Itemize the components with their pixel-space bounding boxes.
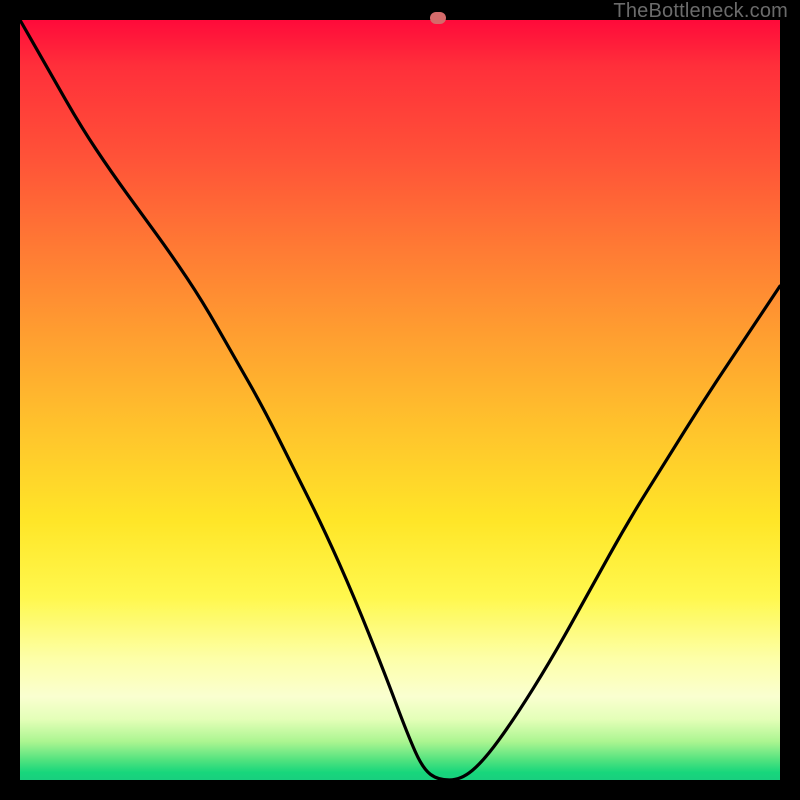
plot-area [20,20,780,780]
chart-frame: TheBottleneck.com [0,0,800,800]
curve-svg [20,20,780,780]
optimal-point-marker [430,12,446,24]
bottleneck-curve [20,20,780,780]
